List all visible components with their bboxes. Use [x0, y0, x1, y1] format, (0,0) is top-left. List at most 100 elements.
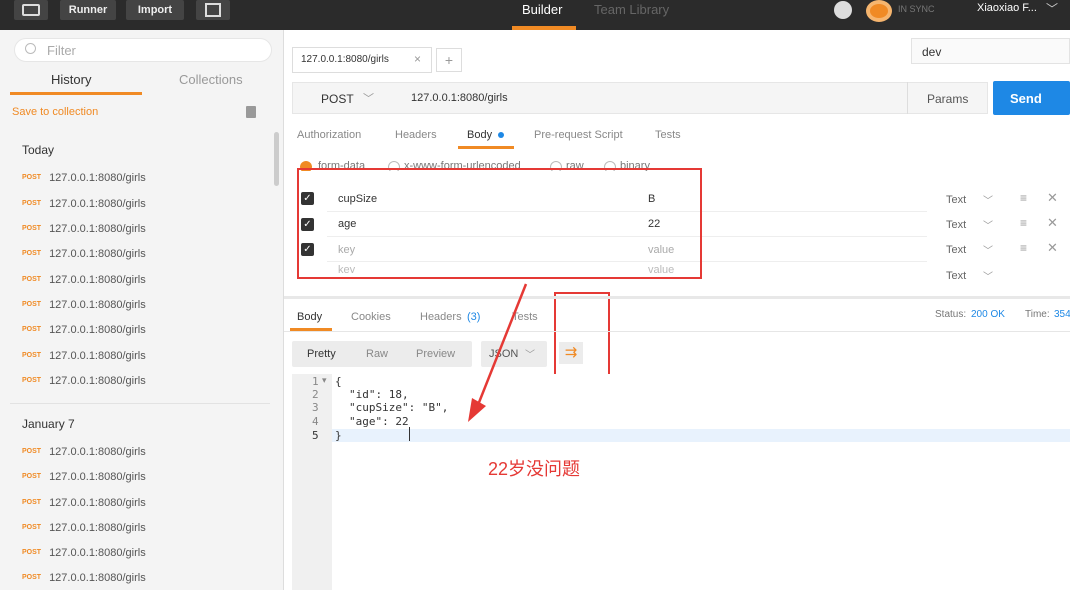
method-badge: POST [22, 499, 42, 507]
type-select[interactable]: Text [946, 194, 966, 206]
method-badge: POST [22, 524, 42, 532]
new-window-button[interactable] [196, 0, 230, 20]
user-menu[interactable]: Xiaoxiao F... [977, 2, 1037, 14]
runner-button[interactable]: Runner [60, 0, 116, 20]
type-select[interactable]: Text [946, 270, 966, 282]
chevron-down-icon[interactable]: ﹀ [983, 242, 993, 257]
list-item[interactable]: POST 127.0.0.1:8080/girls [22, 520, 146, 536]
list-item-url: 127.0.0.1:8080/girls [49, 572, 146, 584]
list-item-url: 127.0.0.1:8080/girls [49, 522, 146, 534]
type-select[interactable]: Text [946, 244, 966, 256]
line-number: 5 [312, 429, 319, 442]
list-item-url: 127.0.0.1:8080/girls [49, 547, 146, 559]
send-button[interactable]: Send [993, 81, 1070, 115]
list-item[interactable]: POST 127.0.0.1:8080/girls [22, 170, 146, 186]
close-icon[interactable]: × [414, 52, 421, 66]
url-bar: POST ﹀ 127.0.0.1:8080/girls Params [292, 82, 988, 114]
builder-underline [512, 26, 576, 30]
line-number: 1 [312, 375, 319, 388]
search-icon [25, 43, 36, 54]
method-badge: POST [22, 276, 42, 284]
params-button[interactable]: Params [927, 92, 968, 106]
method-select[interactable]: POST [321, 92, 354, 106]
sync-status: IN SYNC [898, 4, 935, 14]
tabs-divider [284, 331, 1070, 332]
environment-select[interactable]: dev [911, 38, 1070, 64]
url-input[interactable]: 127.0.0.1:8080/girls [411, 92, 508, 104]
method-badge: POST [22, 377, 42, 385]
interceptor-icon[interactable] [834, 1, 852, 19]
list-item[interactable]: POST 127.0.0.1:8080/girls [22, 196, 146, 212]
chevron-down-icon[interactable]: ﹀ [363, 90, 374, 106]
method-badge: POST [22, 549, 42, 557]
text-cursor [409, 427, 410, 441]
list-item[interactable]: POST 127.0.0.1:8080/girls [22, 545, 146, 561]
tab-headers[interactable]: Headers [395, 129, 437, 141]
list-item[interactable]: POST 127.0.0.1:8080/girls [22, 246, 146, 262]
trash-icon[interactable] [246, 106, 256, 118]
sidebar-toggle-button[interactable] [14, 0, 48, 20]
line-number: 3 [312, 401, 319, 414]
list-item[interactable]: POST 127.0.0.1:8080/girls [22, 570, 146, 586]
line-number: 2 [312, 388, 319, 401]
list-item-url: 127.0.0.1:8080/girls [49, 223, 146, 235]
params-divider [907, 82, 908, 114]
time-label: Time: [1025, 309, 1050, 320]
scrollbar[interactable] [274, 132, 279, 186]
method-badge: POST [22, 200, 42, 208]
delete-icon[interactable]: ✕ [1047, 190, 1058, 206]
list-item[interactable]: POST 127.0.0.1:8080/girls [22, 444, 146, 460]
save-to-collection-link[interactable]: Save to collection [12, 106, 98, 118]
chevron-down-icon[interactable]: ﹀ [983, 192, 993, 207]
tab-response-headers[interactable]: Headers [420, 311, 462, 323]
raw-button[interactable]: Raw [366, 348, 388, 360]
list-item[interactable]: POST 127.0.0.1:8080/girls [22, 322, 146, 338]
sidebar: Filter History Collections Save to colle… [0, 30, 284, 590]
status-value: 200 OK [971, 309, 1005, 320]
annotation-text: 22岁没问题 [488, 459, 581, 479]
tab-collections[interactable]: Collections [179, 72, 243, 87]
delete-icon[interactable]: ✕ [1047, 240, 1058, 256]
delete-icon[interactable]: ✕ [1047, 215, 1058, 231]
pretty-button[interactable]: Pretty [307, 348, 336, 360]
menu-icon[interactable]: ≡ [1020, 191, 1027, 205]
tab-history[interactable]: History [51, 72, 91, 87]
list-item[interactable]: POST 127.0.0.1:8080/girls [22, 373, 146, 389]
annotation-arrow [468, 283, 528, 422]
type-select[interactable]: Text [946, 219, 966, 231]
tab-pre-request-script[interactable]: Pre-request Script [534, 129, 623, 141]
chevron-down-icon[interactable]: ﹀ [983, 217, 993, 232]
method-badge: POST [22, 352, 42, 360]
chevron-down-icon[interactable]: ﹀ [1046, 0, 1058, 17]
list-item[interactable]: POST 127.0.0.1:8080/girls [22, 297, 146, 313]
menu-icon[interactable]: ≡ [1020, 241, 1027, 255]
tab-team-library[interactable]: Team Library [594, 2, 669, 17]
tab-builder[interactable]: Builder [522, 2, 562, 17]
list-item[interactable]: POST 127.0.0.1:8080/girls [22, 348, 146, 364]
chevron-down-icon[interactable]: ﹀ [983, 268, 993, 283]
list-item[interactable]: POST 127.0.0.1:8080/girls [22, 495, 146, 511]
menu-icon[interactable]: ≡ [1020, 216, 1027, 230]
active-line [332, 429, 1070, 442]
list-item[interactable]: POST 127.0.0.1:8080/girls [22, 272, 146, 288]
wrap-lines-icon[interactable]: ⇉ [559, 342, 583, 364]
sync-icon[interactable] [866, 0, 892, 22]
list-item[interactable]: POST 127.0.0.1:8080/girls [22, 221, 146, 237]
filter-box[interactable]: Filter [14, 38, 272, 62]
fold-icon[interactable]: ▾ [322, 375, 327, 386]
tab-response-body[interactable]: Body [297, 311, 322, 323]
request-tab[interactable]: 127.0.0.1:8080/girls × [292, 47, 432, 73]
tab-authorization[interactable]: Authorization [297, 129, 361, 141]
code-line: } [335, 429, 342, 442]
history-underline [10, 92, 142, 95]
preview-button[interactable]: Preview [416, 348, 455, 360]
list-item[interactable]: POST 127.0.0.1:8080/girls [22, 469, 146, 485]
list-item-url: 127.0.0.1:8080/girls [49, 375, 146, 387]
tab-tests[interactable]: Tests [655, 129, 681, 141]
code-line: { [335, 375, 342, 388]
line-number: 4 [312, 415, 319, 428]
tab-cookies[interactable]: Cookies [351, 311, 391, 323]
new-tab-button[interactable]: + [436, 48, 462, 72]
import-button[interactable]: Import [126, 0, 184, 20]
tab-body[interactable]: Body [467, 129, 492, 141]
